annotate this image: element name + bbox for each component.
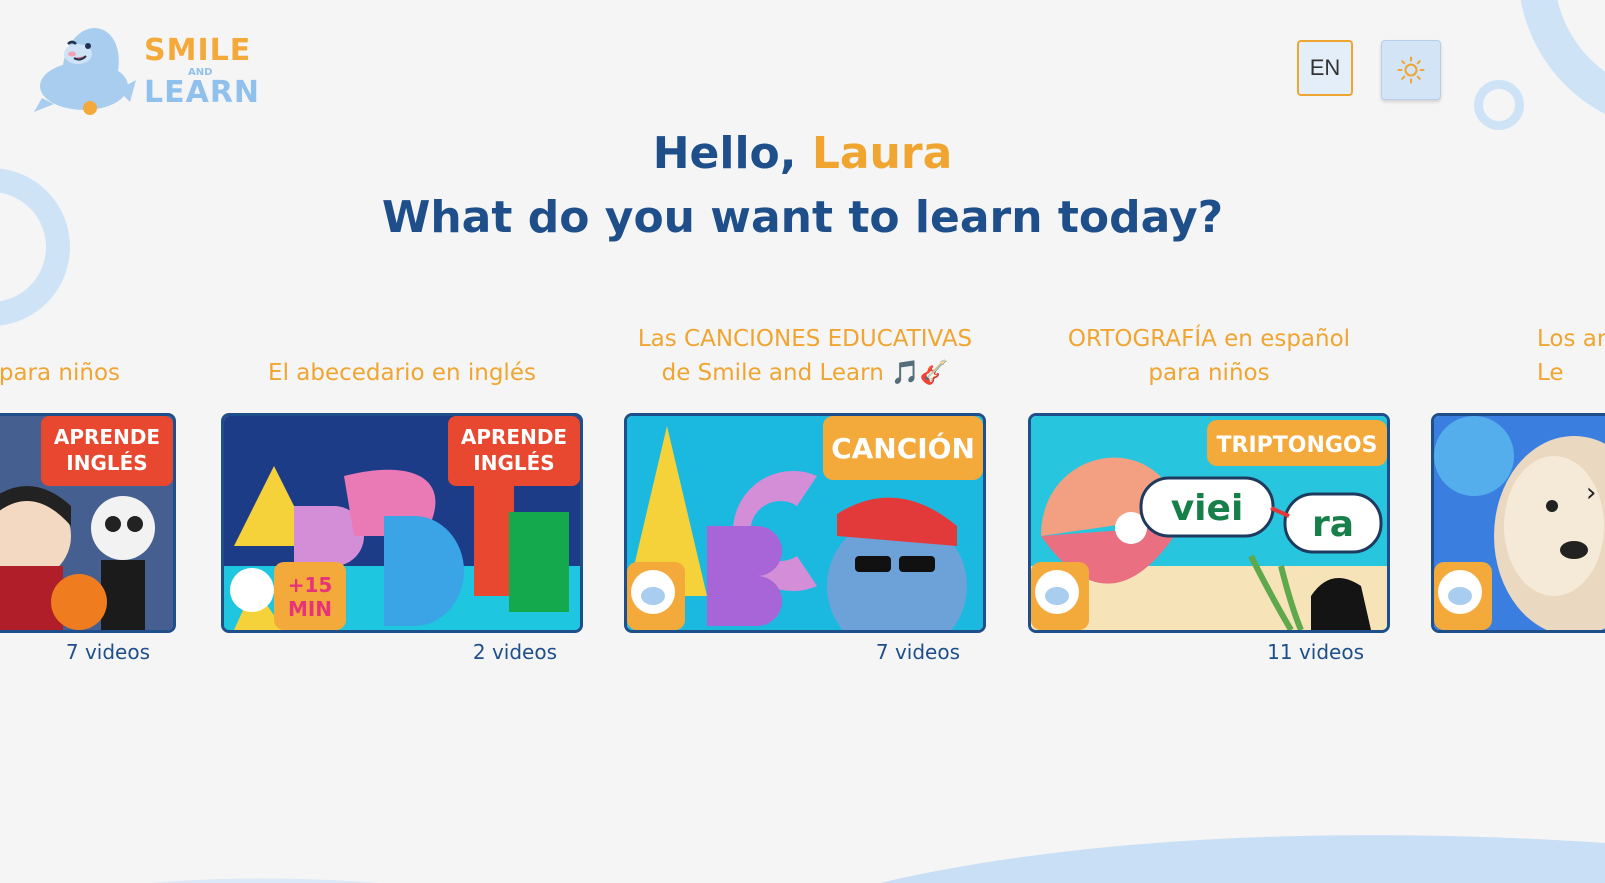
playlist-title-box: ORTOGRAFÍA en español para niños <box>1028 290 1390 390</box>
page: SMILE AND LEARN EN Hello, Laura What do … <box>0 0 1605 883</box>
playlist-title: Los animales Le <box>1537 326 1605 386</box>
greeting: Hello, Laura What do you want to learn t… <box>0 124 1605 252</box>
playlist-video-count: 7 videos <box>65 640 150 664</box>
playlist-video-count: 2 videos <box>472 640 557 664</box>
playlist-video-count: 7 videos <box>875 640 960 664</box>
playlist-video-count: 11 videos <box>1267 640 1364 664</box>
user-name: Laura <box>811 128 953 179</box>
greeting-question: What do you want to learn today? <box>381 192 1224 243</box>
playlist-title-box: Las CANCIONES EDUCATIVAS de Smile and Le… <box>624 290 986 390</box>
logo-word-learn: LEARN <box>144 75 261 110</box>
thumb-badge: TRIPTONGOS <box>1217 433 1378 458</box>
decorative-wave <box>150 835 1605 883</box>
playlist-title: para niños <box>0 360 120 386</box>
playlist-thumbnail[interactable] <box>1431 413 1605 633</box>
greeting-hello-text: Hello, <box>652 128 812 179</box>
playlist-thumbnail[interactable]: TRIPTONGOS viei ra <box>1028 413 1390 633</box>
decorative-ring <box>1474 80 1524 130</box>
thumb-sticker-line1: +15 <box>288 573 333 597</box>
thumb-badge-line2: INGLÉS <box>66 451 147 475</box>
playlist-title-box: Los animales Le <box>1431 290 1605 390</box>
thumb-badge-line1: APRENDE <box>461 425 567 449</box>
logo-wordmark: SMILE AND LEARN <box>144 36 260 108</box>
carousel-next-button[interactable]: › <box>1586 478 1596 508</box>
seal-mascot-icon <box>34 28 136 115</box>
smile-and-learn-logo[interactable]: SMILE AND LEARN <box>32 24 262 119</box>
chevron-right-icon: › <box>1586 478 1597 508</box>
thumb-badge: CANCIÓN <box>831 431 975 465</box>
playlist-title-box: El abecedario en inglés <box>221 290 583 390</box>
decorative-ring <box>1518 0 1605 132</box>
theme-toggle-button[interactable] <box>1381 40 1441 100</box>
playlist-thumbnail[interactable]: CANCIÓN <box>624 413 986 633</box>
playlist-title: Las CANCIONES EDUCATIVAS de Smile and Le… <box>637 326 973 386</box>
thumb-sticker-line2: MIN <box>288 597 332 621</box>
thumb-word-a: viei <box>1171 488 1244 529</box>
playlist-thumbnail[interactable]: APRENDE INGLÉS <box>0 413 176 633</box>
greeting-hello: Hello, Laura <box>0 124 1605 184</box>
logo-word-smile: SMILE <box>144 33 252 68</box>
thumb-badge-line1: APRENDE <box>54 425 160 449</box>
sun-icon <box>1397 56 1425 84</box>
playlist-title-box: para niños <box>0 290 176 390</box>
thumb-badge-line2: INGLÉS <box>473 451 554 475</box>
playlist-title: ORTOGRAFÍA en español para niños <box>1067 326 1351 386</box>
language-button[interactable]: EN <box>1297 40 1353 96</box>
thumb-word-b: ra <box>1312 504 1354 545</box>
playlist-thumbnail[interactable]: APRENDE INGLÉS +15 MIN <box>221 413 583 633</box>
playlist-title: El abecedario en inglés <box>268 360 536 386</box>
